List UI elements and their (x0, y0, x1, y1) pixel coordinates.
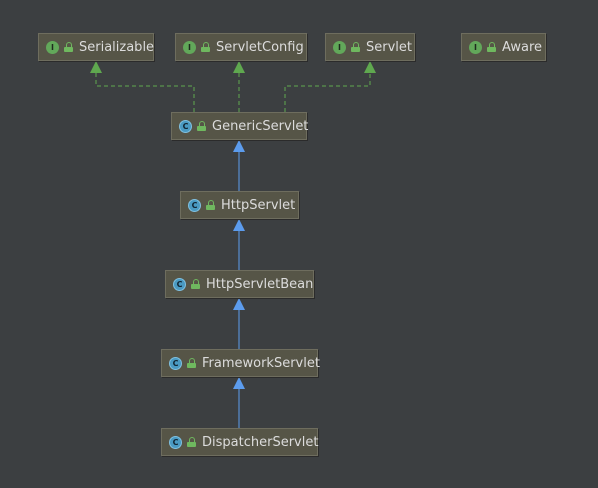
edge-httpservlet-extends-genericservlet (233, 140, 245, 191)
node-label: FrameworkServlet (202, 355, 320, 371)
public-lock-icon (187, 437, 196, 447)
edge-frameworkservlet-extends-httpservletbean (233, 298, 245, 349)
node-serializable[interactable]: I Serializable (38, 33, 154, 61)
node-httpservletbean[interactable]: C HttpServletBean (165, 270, 314, 298)
class-icon: C (169, 356, 182, 370)
node-aware[interactable]: I Aware (461, 33, 546, 61)
interface-icon: I (333, 40, 346, 54)
node-servletconfig[interactable]: I ServletConfig (175, 33, 307, 61)
class-icon: C (173, 277, 186, 291)
interface-icon: I (46, 40, 59, 54)
edge-dispatcherservlet-extends-frameworkservlet (233, 377, 245, 428)
public-lock-icon (64, 42, 73, 52)
node-label: GenericServlet (212, 118, 309, 134)
node-label: HttpServletBean (206, 276, 314, 292)
interface-icon: I (183, 40, 196, 54)
edge-genericservlet-implements-servlet (284, 61, 376, 112)
class-icon: C (169, 435, 182, 449)
node-label: DispatcherServlet (202, 434, 319, 450)
class-icon: C (179, 119, 192, 133)
edge-genericservlet-implements-serializable (90, 61, 195, 112)
edge-genericservlet-implements-servletconfig (233, 61, 245, 112)
node-label: Serializable (79, 39, 155, 55)
node-label: Servlet (366, 39, 412, 55)
diagram-edges (90, 61, 376, 428)
node-label: HttpServlet (221, 197, 296, 213)
public-lock-icon (201, 42, 210, 52)
class-icon: C (188, 198, 201, 212)
public-lock-icon (351, 42, 360, 52)
node-frameworkservlet[interactable]: C FrameworkServlet (161, 349, 320, 377)
public-lock-icon (191, 279, 200, 289)
interface-icon: I (469, 40, 482, 54)
node-genericservlet[interactable]: C GenericServlet (171, 112, 309, 140)
public-lock-icon (187, 358, 196, 368)
node-servlet[interactable]: I Servlet (325, 33, 415, 61)
public-lock-icon (206, 200, 215, 210)
public-lock-icon (197, 121, 206, 131)
edge-httpservletbean-extends-httpservlet (233, 219, 245, 270)
node-httpservlet[interactable]: C HttpServlet (180, 191, 299, 219)
public-lock-icon (487, 42, 496, 52)
uml-class-diagram: I Serializable I ServletConfig I Servlet… (0, 0, 598, 488)
node-dispatcherservlet[interactable]: C DispatcherServlet (161, 428, 318, 456)
node-label: ServletConfig (216, 39, 304, 55)
node-label: Aware (502, 39, 543, 55)
